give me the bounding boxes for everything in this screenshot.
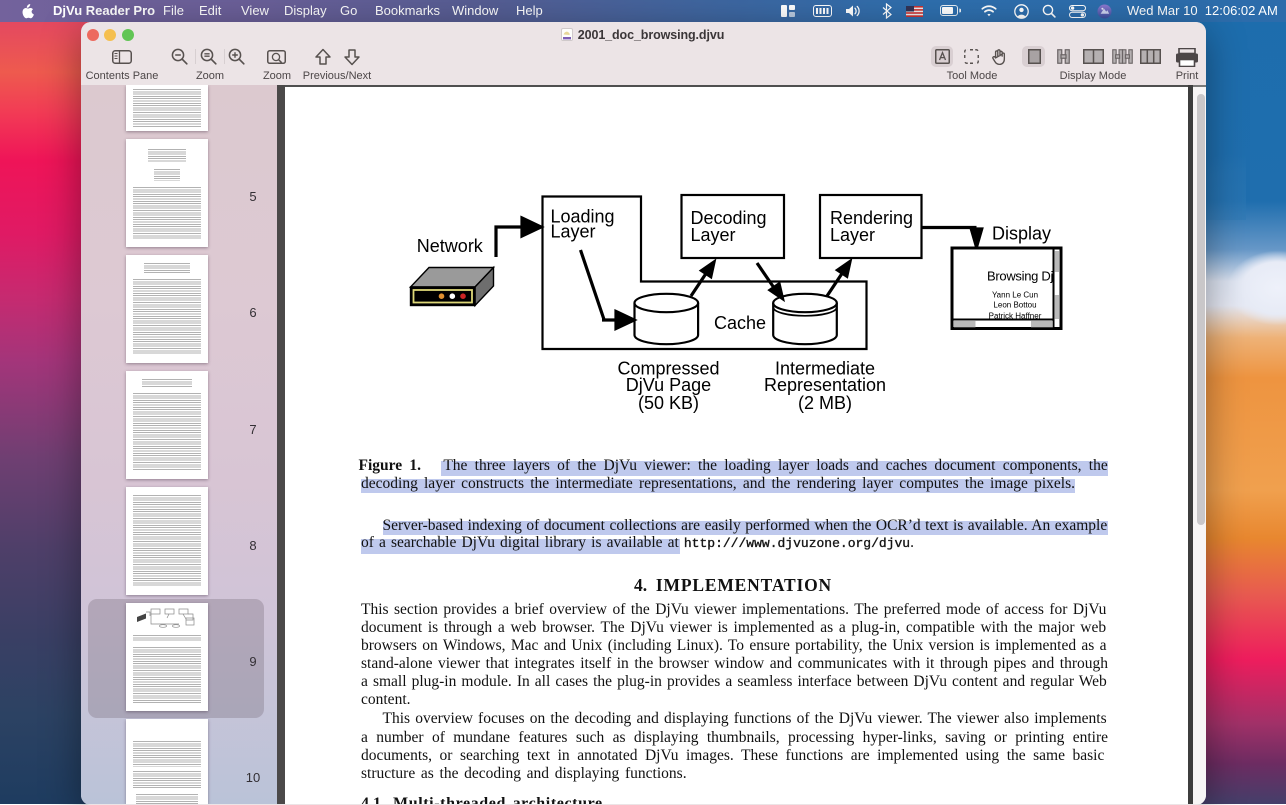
svg-text:Yann Le Cun: Yann Le Cun — [991, 290, 1037, 299]
svg-text:Layer: Layer — [550, 222, 595, 242]
svg-text:(50 KB): (50 KB) — [637, 393, 698, 413]
svg-text:Cache: Cache — [714, 313, 766, 333]
svg-text:Patrick Haffner: Patrick Haffner — [988, 311, 1041, 320]
svg-text:Layer: Layer — [830, 225, 875, 245]
svg-text:Leon Bottou: Leon Bottou — [993, 301, 1036, 310]
svg-text:Representation: Representation — [763, 375, 885, 395]
svg-text:Layer: Layer — [690, 225, 735, 245]
svg-text:Network: Network — [416, 236, 483, 256]
svg-text:(2 MB): (2 MB) — [798, 393, 852, 413]
svg-text:Display: Display — [992, 224, 1051, 244]
svg-text:DjVu Page: DjVu Page — [625, 375, 710, 395]
